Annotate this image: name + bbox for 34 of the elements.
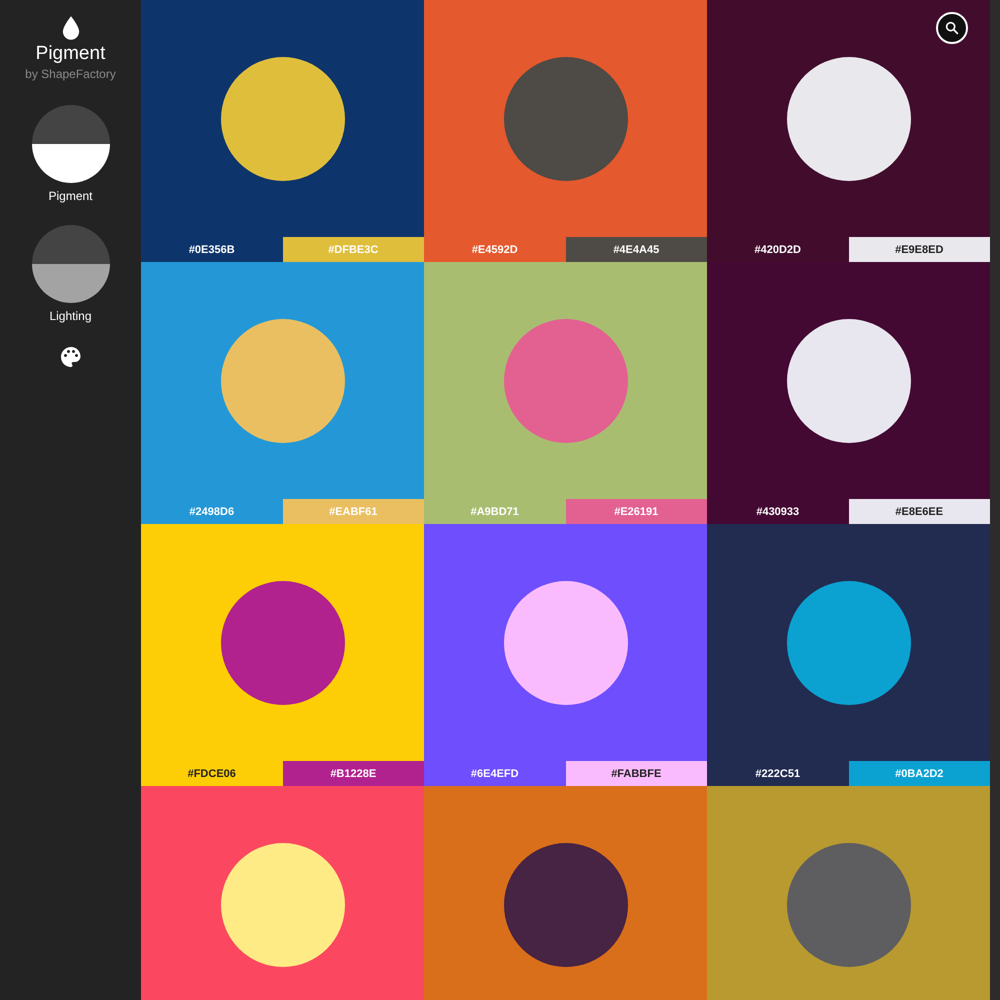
mode-icon[interactable] <box>32 225 110 303</box>
color-swatch[interactable] <box>424 0 707 237</box>
hex-label[interactable]: #4E4A45 <box>566 237 707 262</box>
color-swatch[interactable] <box>424 786 707 1000</box>
color-swatch[interactable] <box>141 262 424 499</box>
hex-label[interactable]: #222C51 <box>707 761 848 786</box>
palette-icon[interactable] <box>58 345 82 369</box>
mode-label[interactable]: Pigment <box>48 189 93 203</box>
hex-label[interactable]: #E4592D <box>424 237 566 262</box>
color-swatch[interactable] <box>141 524 424 761</box>
hex-label[interactable]: #430933 <box>707 499 848 524</box>
hex-label[interactable]: #FABBFE <box>566 761 707 786</box>
search-icon <box>944 20 960 36</box>
color-swatch[interactable] <box>141 786 424 1000</box>
hex-label[interactable]: #420D2D <box>707 237 848 262</box>
color-swatch[interactable] <box>141 0 424 237</box>
app-byline: by ShapeFactory <box>25 67 116 81</box>
color-swatch[interactable] <box>424 524 707 761</box>
mode-label[interactable]: Lighting <box>49 309 92 323</box>
scrollbar[interactable] <box>990 0 1000 1000</box>
hex-label[interactable]: #6E4EFD <box>424 761 566 786</box>
color-swatch[interactable] <box>424 262 707 499</box>
hex-label[interactable]: #FDCE06 <box>141 761 282 786</box>
color-swatch[interactable] <box>707 262 990 499</box>
hex-label[interactable]: #B1228E <box>282 761 424 786</box>
color-swatch[interactable] <box>707 524 990 761</box>
hex-label[interactable]: #E8E6EE <box>848 499 990 524</box>
drop-icon <box>62 16 80 40</box>
mode-icon[interactable] <box>32 105 110 183</box>
app-name: Pigment <box>36 43 106 65</box>
color-swatch[interactable] <box>707 0 990 237</box>
color-swatch[interactable] <box>707 786 990 1000</box>
hex-label[interactable]: #E9E8ED <box>848 237 990 262</box>
hex-label[interactable]: #0E356B <box>141 237 282 262</box>
